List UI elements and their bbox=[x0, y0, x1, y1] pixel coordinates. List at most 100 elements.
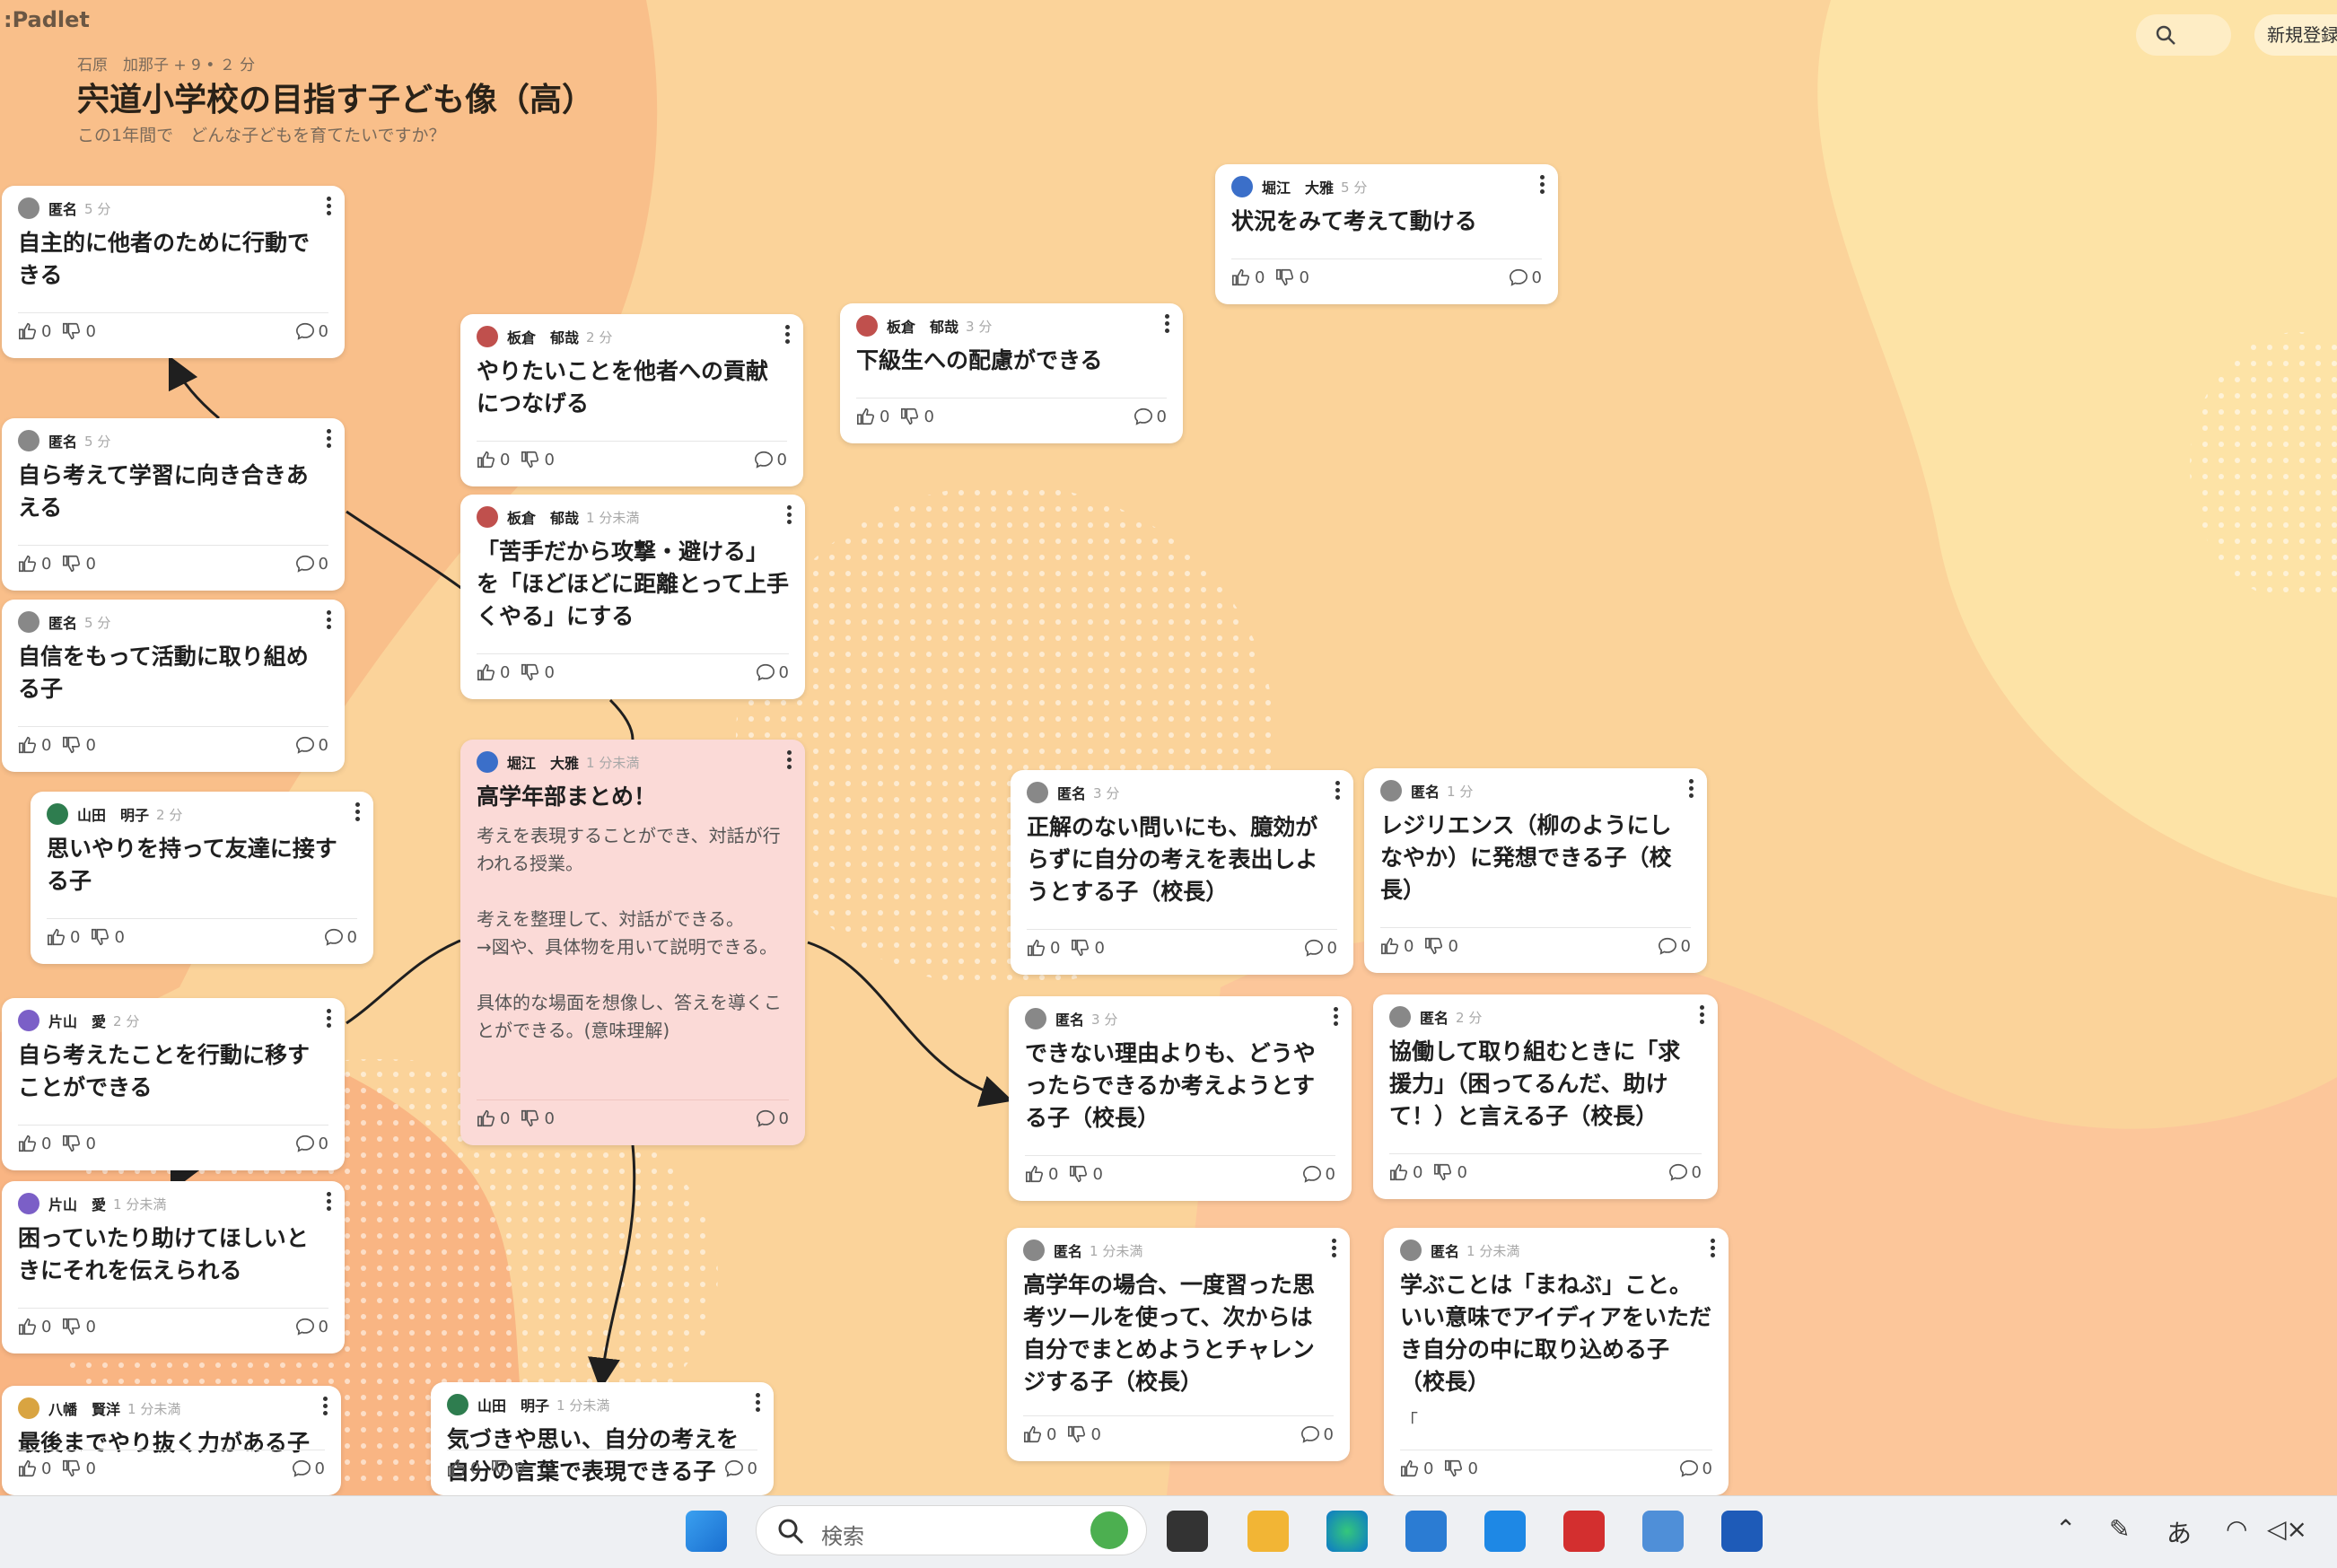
comment-icon[interactable] bbox=[295, 1134, 315, 1153]
more-options-icon[interactable] bbox=[785, 325, 791, 346]
thumbs-up-icon[interactable] bbox=[1400, 1459, 1420, 1478]
post-card[interactable]: 匿名 3 分正解のない問いにも、臆効がらずに自分の考えを表出しようとする子（校長）… bbox=[1011, 770, 1353, 975]
thumbs-down-icon[interactable] bbox=[1444, 1459, 1464, 1478]
thumbs-up-icon[interactable] bbox=[477, 450, 496, 469]
thumbs-up-icon[interactable] bbox=[1023, 1424, 1043, 1444]
dislike-button[interactable]: 0 bbox=[62, 1459, 96, 1478]
post-card[interactable]: 匿名 5 分自ら考えて学習に向き合きあえる 0 0 0 bbox=[2, 418, 345, 591]
comment-button[interactable]: 0 bbox=[1302, 1164, 1335, 1184]
thumbs-down-icon[interactable] bbox=[62, 1134, 82, 1153]
like-button[interactable]: 0 bbox=[18, 321, 51, 341]
comment-icon[interactable] bbox=[1304, 938, 1324, 958]
like-button[interactable]: 0 bbox=[856, 407, 889, 426]
acrobat-icon[interactable] bbox=[1563, 1511, 1605, 1552]
padlet-logo[interactable]: :Padlet bbox=[4, 7, 90, 32]
dislike-button[interactable]: 0 bbox=[1444, 1459, 1478, 1478]
more-options-icon[interactable] bbox=[1334, 1007, 1339, 1029]
dislike-button[interactable]: 0 bbox=[62, 735, 96, 755]
thumbs-down-icon[interactable] bbox=[1433, 1162, 1453, 1182]
thumbs-down-icon[interactable] bbox=[900, 407, 920, 426]
taskbar-search-input[interactable]: 検索 bbox=[756, 1505, 1147, 1555]
more-options-icon[interactable] bbox=[1711, 1239, 1716, 1260]
thumbs-up-icon[interactable] bbox=[18, 1317, 38, 1336]
edge-browser-icon[interactable] bbox=[1326, 1511, 1368, 1552]
more-options-icon[interactable] bbox=[787, 505, 792, 527]
post-card[interactable]: 匿名 5 分自信をもって活動に取り組める子 0 0 0 bbox=[2, 600, 345, 772]
post-card[interactable]: 片山 愛 2 分自ら考えたことを行動に移すことができる 0 0 0 bbox=[2, 998, 345, 1170]
comment-button[interactable]: 0 bbox=[756, 662, 789, 682]
post-card[interactable]: 片山 愛 1 分未満 困っていたり助けてほしいときにそれを伝えられる 0 0 0 bbox=[2, 1181, 345, 1353]
more-options-icon[interactable] bbox=[1540, 175, 1545, 197]
comment-icon[interactable] bbox=[1658, 936, 1677, 956]
like-button[interactable]: 0 bbox=[1380, 936, 1414, 956]
like-button[interactable]: 0 bbox=[1400, 1459, 1433, 1478]
dislike-button[interactable]: 0 bbox=[521, 1108, 555, 1128]
notepad-icon[interactable] bbox=[1642, 1511, 1684, 1552]
post-card[interactable]: 匿名 1 分未満 高学年の場合、一度習った思考ツールを使って、次からは自分でまとめよ… bbox=[1007, 1228, 1350, 1461]
thumbs-down-icon[interactable] bbox=[491, 1459, 511, 1478]
thumbs-up-icon[interactable] bbox=[1231, 267, 1251, 287]
more-options-icon[interactable] bbox=[327, 197, 332, 218]
post-card[interactable]: 板倉 郁哉 2 分やりたいことを他者への貢献につなげる 0 0 0 bbox=[460, 314, 803, 486]
post-card[interactable]: 匿名 5 分自主的に他者のために行動できる 0 0 0 bbox=[2, 186, 345, 358]
comment-button[interactable]: 0 bbox=[724, 1459, 757, 1478]
more-options-icon[interactable] bbox=[355, 802, 361, 824]
dislike-button[interactable]: 0 bbox=[1067, 1424, 1101, 1444]
wifi-icon[interactable]: ◠ bbox=[2226, 1514, 2247, 1544]
dislike-button[interactable]: 0 bbox=[1071, 938, 1105, 958]
comment-icon[interactable] bbox=[295, 554, 315, 574]
ime-indicator[interactable]: あ bbox=[2166, 1514, 2192, 1550]
windows-start-icon[interactable] bbox=[686, 1511, 727, 1552]
more-options-icon[interactable] bbox=[327, 610, 332, 632]
thumbs-down-icon[interactable] bbox=[62, 1459, 82, 1478]
thumbs-up-icon[interactable] bbox=[447, 1459, 467, 1478]
comment-button[interactable]: 0 bbox=[295, 1317, 328, 1336]
comment-button[interactable]: 0 bbox=[1679, 1459, 1712, 1478]
more-options-icon[interactable] bbox=[1335, 781, 1341, 802]
thumbs-down-icon[interactable] bbox=[62, 1317, 82, 1336]
thumbs-up-icon[interactable] bbox=[477, 662, 496, 682]
post-card[interactable]: 山田 明子 2 分思いやりを持って友達に接する子 0 0 0 bbox=[31, 792, 373, 964]
comment-button[interactable]: 0 bbox=[295, 1134, 328, 1153]
thumbs-down-icon[interactable] bbox=[521, 1108, 540, 1128]
thumbs-down-icon[interactable] bbox=[62, 735, 82, 755]
more-options-icon[interactable] bbox=[1689, 779, 1694, 801]
chevron-up-icon[interactable]: ⌃ bbox=[2055, 1514, 2076, 1544]
comment-icon[interactable] bbox=[1300, 1424, 1320, 1444]
thumbs-down-icon[interactable] bbox=[1071, 938, 1090, 958]
dislike-button[interactable]: 0 bbox=[1433, 1162, 1467, 1182]
dislike-button[interactable]: 0 bbox=[900, 407, 934, 426]
dislike-button[interactable]: 0 bbox=[1275, 267, 1309, 287]
dislike-button[interactable]: 0 bbox=[62, 321, 96, 341]
like-button[interactable]: 0 bbox=[447, 1459, 480, 1478]
thumbs-up-icon[interactable] bbox=[1380, 936, 1400, 956]
comment-icon[interactable] bbox=[756, 1108, 775, 1128]
more-options-icon[interactable] bbox=[756, 1393, 761, 1415]
like-button[interactable]: 0 bbox=[18, 735, 51, 755]
dislike-button[interactable]: 0 bbox=[491, 1459, 525, 1478]
comment-icon[interactable] bbox=[1668, 1162, 1688, 1182]
comment-button[interactable]: 0 bbox=[1304, 938, 1337, 958]
word-icon[interactable] bbox=[1721, 1511, 1763, 1552]
speaker-mute-icon[interactable]: ◁× bbox=[2267, 1514, 2307, 1544]
thumbs-down-icon[interactable] bbox=[521, 662, 540, 682]
post-card[interactable]: 匿名 1 分未満 学ぶことは「まねぶ」こと。いい意味でアイディアをいただき自分の中に… bbox=[1384, 1228, 1729, 1495]
comment-icon[interactable] bbox=[1302, 1164, 1322, 1184]
comment-icon[interactable] bbox=[724, 1459, 744, 1478]
dislike-button[interactable]: 0 bbox=[91, 927, 125, 947]
dislike-button[interactable]: 0 bbox=[62, 1317, 96, 1336]
pen-icon[interactable]: ✎ bbox=[2109, 1514, 2130, 1544]
like-button[interactable]: 0 bbox=[1023, 1424, 1056, 1444]
comment-button[interactable]: 0 bbox=[1668, 1162, 1702, 1182]
like-button[interactable]: 0 bbox=[477, 450, 510, 469]
like-button[interactable]: 0 bbox=[18, 1317, 51, 1336]
dislike-button[interactable]: 0 bbox=[62, 1134, 96, 1153]
thumbs-down-icon[interactable] bbox=[62, 554, 82, 574]
comment-button[interactable]: 0 bbox=[324, 927, 357, 947]
post-card[interactable]: 堀江 大雅 1 分未満 高学年部まとめ！ 考えを表現することができ、対話が行われる授業… bbox=[460, 740, 805, 1145]
thumbs-up-icon[interactable] bbox=[18, 554, 38, 574]
signup-button[interactable]: 新規登録 bbox=[2254, 14, 2337, 56]
post-card[interactable]: 匿名 3 分できない理由よりも、どうやったらできるか考えようとする子（校長） 0 0 0 bbox=[1009, 996, 1352, 1201]
like-button[interactable]: 0 bbox=[1231, 267, 1265, 287]
comment-button[interactable]: 0 bbox=[754, 450, 787, 469]
